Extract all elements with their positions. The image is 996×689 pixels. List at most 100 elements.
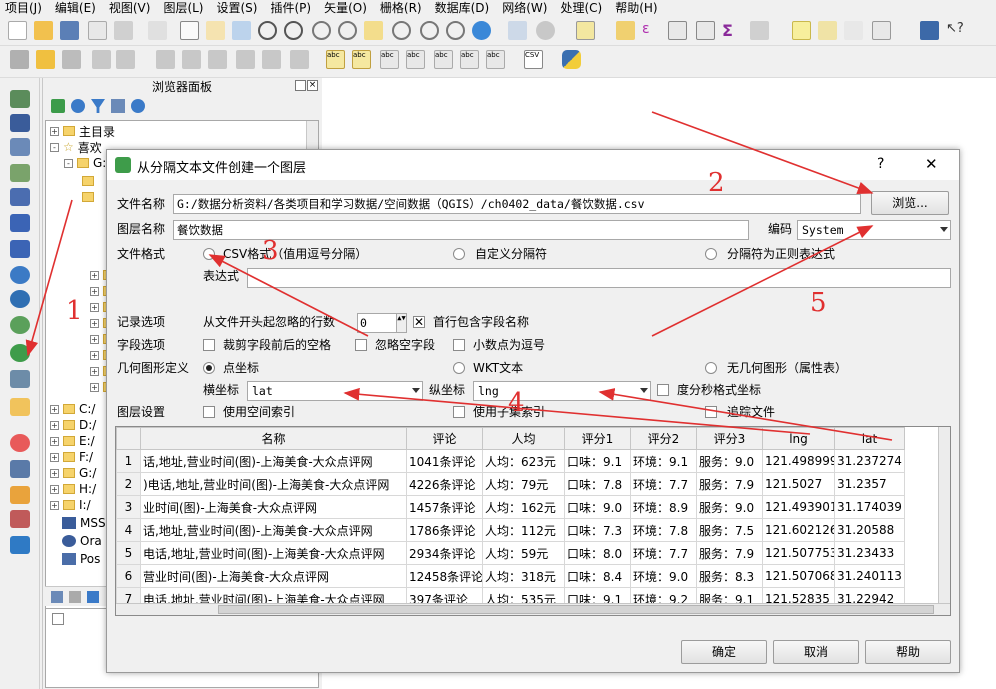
vertex-tool-icon[interactable] <box>156 50 175 69</box>
spatial-index-checkbox[interactable] <box>203 406 215 418</box>
watch-file-checkbox[interactable] <box>705 406 717 418</box>
plugin-tool-icon[interactable] <box>10 486 30 504</box>
show-labels-icon[interactable]: abc <box>406 50 425 69</box>
select-expression-icon[interactable]: ε <box>642 21 661 40</box>
digitize-icon[interactable] <box>116 50 135 69</box>
identify-icon[interactable] <box>508 21 527 40</box>
gps-icon[interactable] <box>10 434 30 452</box>
whats-this-icon[interactable]: ↖? <box>946 21 965 40</box>
cut-features-icon[interactable] <box>236 50 255 69</box>
label-abc2-icon[interactable]: abc <box>352 50 371 69</box>
virtual-layer-icon[interactable] <box>10 510 30 528</box>
table-row[interactable]: 6 营业时间(图)-上海美食-大众点评网 12458条评论 人均：318元 口味：8.4… <box>116 564 905 588</box>
table-row[interactable]: 4 话,地址,营业时间(图)-上海美食-大众点评网 1786条评论 人均：112元 口味… <box>116 518 905 542</box>
table-row[interactable]: 3 业时间(图)-上海美食-大众点评网 1457条评论 人均：162元 口味：9.0 环境… <box>116 495 905 519</box>
print-layout-icon[interactable] <box>88 21 107 40</box>
dms-checkbox[interactable] <box>657 384 669 396</box>
subset-index-checkbox[interactable] <box>453 406 465 418</box>
tree-item-favorites[interactable]: - ☆ 喜欢 <box>50 139 102 155</box>
skip-lines-spinbox[interactable]: 0 ▲▼ <box>357 313 407 333</box>
decimal-comma-checkbox[interactable] <box>453 339 465 351</box>
refresh-browser-icon[interactable] <box>71 99 85 113</box>
layers-filter-icon[interactable] <box>87 591 99 603</box>
add-spatialite-icon[interactable] <box>10 164 30 182</box>
help-dialog-button[interactable]: 帮助 <box>865 640 951 664</box>
add-db2-icon[interactable] <box>10 240 30 258</box>
csv-format-radio[interactable] <box>203 248 215 260</box>
deselect-icon[interactable] <box>616 21 635 40</box>
open-project-icon[interactable] <box>34 21 53 40</box>
column-header-3[interactable]: 人均 <box>482 427 565 450</box>
custom-delimiter-radio[interactable] <box>453 248 465 260</box>
toggle-editing-icon[interactable] <box>36 50 55 69</box>
measure-icon[interactable] <box>750 21 769 40</box>
table-row[interactable]: 5 电话,地址,营业时间(图)-上海美食-大众点评网 2934条评论 人均：59元 口味… <box>116 541 905 565</box>
regex-delimiter-radio[interactable] <box>705 248 717 260</box>
pan-hand-icon[interactable] <box>206 21 225 40</box>
column-header-7[interactable]: lng <box>762 427 835 450</box>
attribute-table-icon[interactable] <box>668 21 687 40</box>
map-tips-icon[interactable] <box>792 21 811 40</box>
add-selected-icon[interactable] <box>51 99 65 113</box>
ok-button[interactable]: 确定 <box>681 640 767 664</box>
add-raster-layer-icon[interactable] <box>10 114 30 132</box>
zoom-out-icon[interactable] <box>284 21 303 40</box>
zoom-layer-icon[interactable] <box>338 21 357 40</box>
save-edits-icon[interactable] <box>62 50 81 69</box>
statistics-icon[interactable]: Σ <box>722 21 741 40</box>
change-label-icon[interactable]: abc <box>486 50 505 69</box>
file-name-input[interactable]: G:/数据分析资料/各类项目和学习数据/空间数据（QGIS）/ch0402_da… <box>173 194 861 214</box>
close-button[interactable]: ✕ <box>925 155 938 173</box>
tree-item-g[interactable]: + G:/ <box>50 465 96 481</box>
paste-features-icon[interactable] <box>290 50 309 69</box>
delete-selected-icon[interactable] <box>208 50 227 69</box>
layer-name-input[interactable]: 餐饮数据 <box>173 220 749 240</box>
new-project-icon[interactable] <box>8 21 27 40</box>
move-label-icon[interactable]: abc <box>434 50 453 69</box>
add-wms-icon[interactable] <box>10 266 30 284</box>
hscroll-thumb[interactable] <box>218 605 934 614</box>
undo-icon[interactable] <box>148 21 167 40</box>
column-header-0[interactable] <box>116 427 141 450</box>
add-oracle-icon[interactable] <box>10 214 30 232</box>
save-project-icon[interactable] <box>60 21 79 40</box>
tree-item-home[interactable]: + 主目录 <box>50 123 115 139</box>
menu-item-5[interactable]: 插件(P) <box>265 0 319 17</box>
show-bookmarks-icon[interactable] <box>844 21 863 40</box>
tree-item-h[interactable]: + H:/ <box>50 481 96 497</box>
menu-item-7[interactable]: 栅格(R) <box>375 0 430 17</box>
zoom-next-icon[interactable] <box>420 21 439 40</box>
rotate-label-icon[interactable]: abc <box>460 50 479 69</box>
zoom-last-icon[interactable] <box>392 21 411 40</box>
modify-attributes-icon[interactable] <box>182 50 201 69</box>
zoom-native-icon[interactable] <box>446 21 465 40</box>
menu-item-11[interactable]: 帮助(H) <box>610 0 665 17</box>
table-hscrollbar[interactable] <box>116 603 950 615</box>
menu-item-6[interactable]: 矢量(O) <box>319 0 375 17</box>
layers-open-icon[interactable] <box>51 591 63 603</box>
add-vector-layer-icon[interactable] <box>10 90 30 108</box>
float-panel-icon[interactable] <box>295 80 306 91</box>
pin-labels-icon[interactable]: abc <box>380 50 399 69</box>
layers-visibility-icon[interactable] <box>69 591 81 603</box>
current-edits-icon[interactable] <box>10 50 29 69</box>
menu-item-9[interactable]: 网络(W) <box>497 0 555 17</box>
zoom-in-icon[interactable] <box>258 21 277 40</box>
add-feature-icon[interactable] <box>92 50 111 69</box>
action-icon[interactable] <box>536 21 555 40</box>
column-header-8[interactable]: lat <box>834 427 905 450</box>
pan-select-icon[interactable] <box>180 21 199 40</box>
table-row[interactable]: 1 话,地址,营业时间(图)-上海美食-大众点评网 1041条评论 人均：623元 口味… <box>116 449 905 473</box>
menu-item-4[interactable]: 设置(S) <box>212 0 266 17</box>
trim-checkbox[interactable] <box>203 339 215 351</box>
cancel-button[interactable]: 取消 <box>773 640 859 664</box>
mesh-layer-icon[interactable] <box>10 536 30 554</box>
point-coords-radio[interactable] <box>203 362 215 374</box>
tree-item-postgis[interactable]: Pos <box>62 551 100 567</box>
skip-empty-checkbox[interactable] <box>355 339 367 351</box>
spin-arrows-icon[interactable]: ▲▼ <box>396 314 406 332</box>
browse-button[interactable]: 浏览... <box>871 191 949 215</box>
header-checkbox[interactable]: ✕ <box>413 316 425 328</box>
refresh-icon[interactable] <box>472 21 491 40</box>
info-icon[interactable] <box>131 99 145 113</box>
